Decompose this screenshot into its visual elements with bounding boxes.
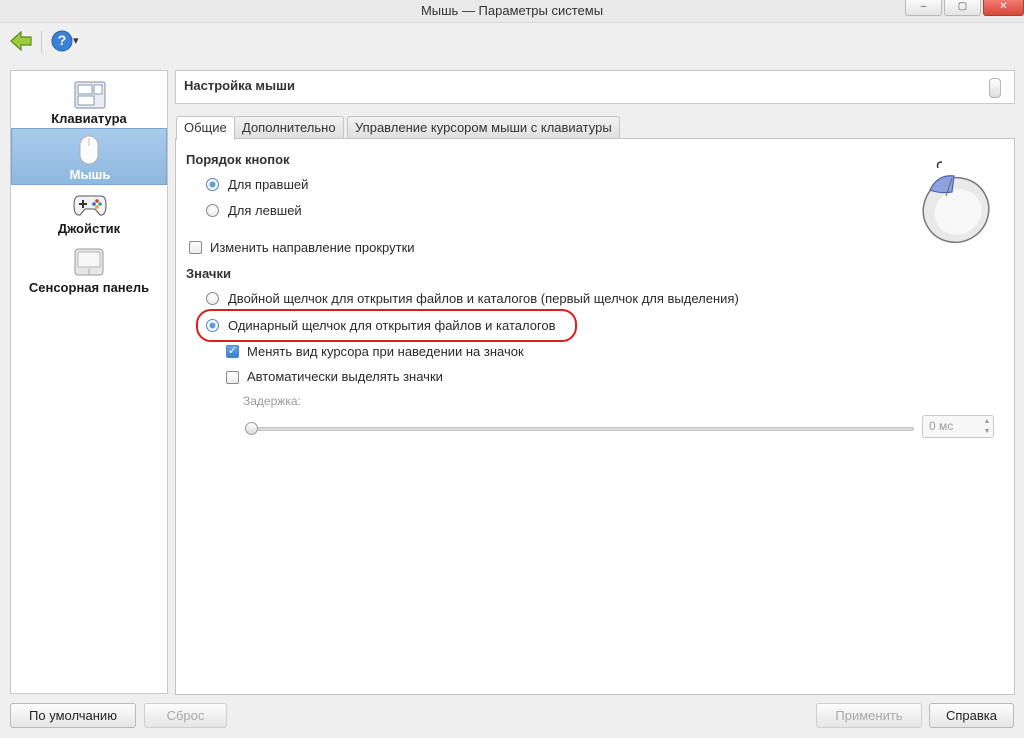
category-sidebar: Клавиатура Мышь Джойстик Сенсорная панел… bbox=[10, 70, 168, 694]
defaults-button[interactable]: По умолчанию bbox=[10, 703, 136, 728]
help-dropdown-icon[interactable]: ▾ bbox=[73, 34, 79, 47]
back-arrow-icon bbox=[10, 30, 32, 52]
help-button[interactable]: ? ▾ bbox=[51, 30, 79, 55]
reset-button[interactable]: Сброс bbox=[144, 703, 227, 728]
delay-spinbox[interactable]: 0 мс ▲ ▼ bbox=[922, 415, 994, 438]
tab-general[interactable]: Общие bbox=[176, 116, 235, 140]
change-cursor-checkbox[interactable]: ✓ bbox=[226, 345, 239, 358]
toolbar-separator bbox=[41, 31, 42, 53]
reverse-scroll-label[interactable]: Изменить направление прокрутки bbox=[210, 240, 415, 255]
sidebar-item-keyboard[interactable]: Клавиатура bbox=[12, 81, 166, 129]
sidebar-item-label: Клавиатура bbox=[51, 111, 127, 126]
back-button[interactable] bbox=[10, 30, 32, 54]
button-order-heading: Порядок кнопок bbox=[186, 152, 290, 167]
page-title: Настройка мыши bbox=[184, 78, 295, 93]
delay-label: Задержка: bbox=[243, 394, 301, 408]
reverse-scroll-checkbox[interactable] bbox=[189, 241, 202, 254]
sidebar-item-label: Джойстик bbox=[57, 221, 121, 236]
mouse-illustration-icon bbox=[922, 161, 990, 244]
double-click-radio[interactable] bbox=[206, 292, 219, 305]
left-hand-label[interactable]: Для левшей bbox=[228, 203, 302, 218]
maximize-button[interactable]: ▢ bbox=[944, 0, 981, 16]
sidebar-item-touchpad[interactable]: Сенсорная панель bbox=[12, 247, 166, 297]
double-click-label[interactable]: Двойной щелчок для открытия файлов и кат… bbox=[228, 291, 739, 306]
help-dialog-button[interactable]: Справка bbox=[929, 703, 1014, 728]
spin-down-icon[interactable]: ▼ bbox=[981, 427, 993, 437]
close-button[interactable]: ✕ bbox=[983, 0, 1024, 16]
tab-advanced[interactable]: Дополнительно bbox=[234, 116, 344, 139]
mouse-icon bbox=[79, 135, 99, 165]
apply-button[interactable]: Применить bbox=[816, 703, 922, 728]
help-glyph: ? bbox=[57, 32, 67, 48]
touchpad-icon bbox=[74, 248, 104, 276]
sidebar-item-joystick[interactable]: Джойстик bbox=[12, 191, 166, 239]
toolbar bbox=[0, 23, 1024, 63]
spin-up-icon[interactable]: ▲ bbox=[981, 417, 993, 427]
single-click-radio[interactable] bbox=[206, 319, 219, 332]
gamepad-icon bbox=[73, 195, 107, 216]
delay-slider-track[interactable] bbox=[246, 427, 914, 431]
left-hand-radio[interactable] bbox=[206, 204, 219, 217]
sidebar-item-mouse[interactable]: Мышь bbox=[11, 128, 167, 185]
right-hand-label[interactable]: Для правшей bbox=[228, 177, 308, 192]
delay-slider-handle[interactable] bbox=[245, 422, 258, 435]
tab-keyboard-mouse-control[interactable]: Управление курсором мыши с клавиатуры bbox=[347, 116, 620, 139]
single-click-label[interactable]: Одинарный щелчок для открытия файлов и к… bbox=[228, 318, 556, 333]
general-tab-panel bbox=[175, 138, 1015, 695]
sidebar-item-label: Мышь bbox=[69, 167, 111, 182]
delay-value[interactable]: 0 мс bbox=[929, 419, 953, 433]
change-cursor-label[interactable]: Менять вид курсора при наведении на знач… bbox=[247, 344, 524, 359]
module-header: Настройка мыши bbox=[175, 70, 1015, 104]
keyboard-icon bbox=[74, 81, 106, 109]
right-hand-radio[interactable] bbox=[206, 178, 219, 191]
minimize-button[interactable]: – bbox=[905, 0, 942, 16]
mouse-preview-icon bbox=[989, 78, 1001, 98]
auto-select-label[interactable]: Автоматически выделять значки bbox=[247, 369, 443, 384]
window-title: Мышь — Параметры системы bbox=[420, 3, 604, 18]
auto-select-checkbox[interactable] bbox=[226, 371, 239, 384]
icons-heading: Значки bbox=[186, 266, 231, 281]
sidebar-item-label: Сенсорная панель bbox=[28, 280, 150, 295]
